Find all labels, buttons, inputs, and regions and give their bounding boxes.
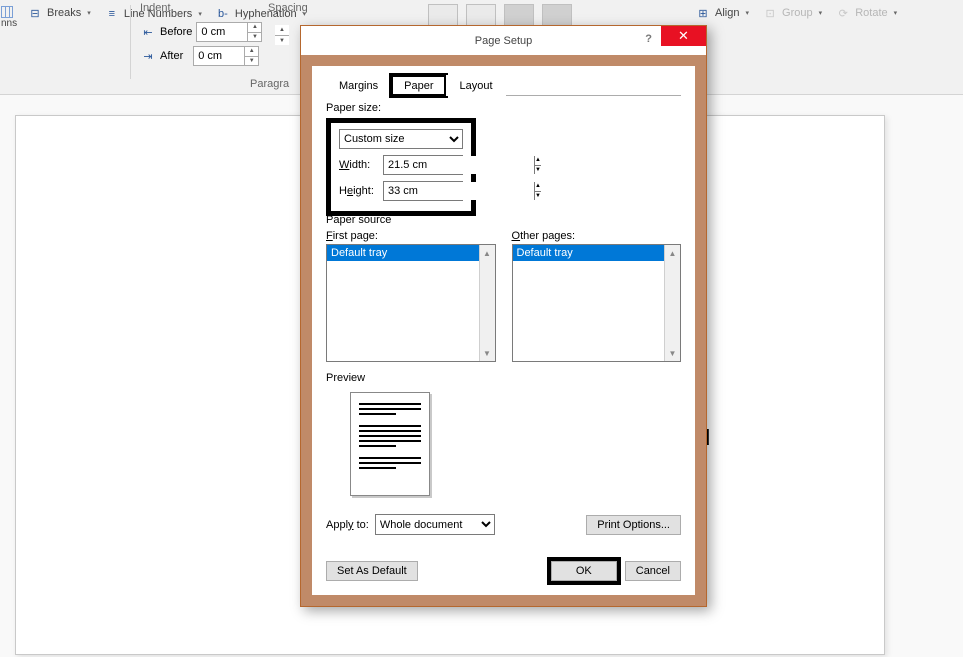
indent-before-icon: ⇤ xyxy=(140,24,156,40)
down-arrow-icon[interactable]: ▼ xyxy=(535,192,541,201)
width-input[interactable] xyxy=(384,156,534,174)
down-arrow-icon[interactable]: ▼ xyxy=(245,57,258,66)
scrollbar[interactable]: ▲▼ xyxy=(479,245,495,361)
indent-after-input[interactable] xyxy=(194,50,244,62)
before-label: Before xyxy=(160,26,192,38)
paper-size-select[interactable]: Custom size xyxy=(339,129,463,149)
tab-margins[interactable]: Margins xyxy=(326,75,391,96)
after-label: After xyxy=(160,50,183,62)
up-arrow-icon[interactable]: ▲ xyxy=(245,47,258,57)
dialog-titlebar: Page Setup ? ✕ xyxy=(301,26,706,55)
chevron-down-icon: ▾ xyxy=(198,10,202,18)
height-spinner[interactable]: ▲▼ xyxy=(383,181,463,201)
scroll-up-icon[interactable]: ▲ xyxy=(480,245,495,261)
first-page-label: First page: xyxy=(326,230,496,242)
align-button[interactable]: ⊞ Align ▾ xyxy=(690,2,754,24)
chevron-down-icon: ▾ xyxy=(819,9,823,17)
other-pages-option[interactable]: Default tray xyxy=(513,245,681,261)
group-icon: ⊡ xyxy=(762,5,778,21)
dialog-title: Page Setup xyxy=(475,35,533,47)
chevron-down-icon: ▾ xyxy=(894,9,898,17)
indent-before-spinner[interactable]: ▲▼ xyxy=(196,22,262,42)
apply-to-label: Apply to: xyxy=(326,519,369,531)
chevron-down-icon: ▾ xyxy=(87,9,91,17)
print-options-button[interactable]: Print Options... xyxy=(586,515,681,535)
ok-button[interactable]: OK xyxy=(551,561,617,581)
breaks-label: Breaks xyxy=(47,7,81,19)
breaks-button[interactable]: ⊟ Breaks ▾ xyxy=(22,2,96,24)
up-arrow-icon[interactable]: ▲ xyxy=(535,182,541,192)
help-button[interactable]: ? xyxy=(639,31,658,47)
scroll-up-icon[interactable]: ▲ xyxy=(665,245,680,261)
preview-page xyxy=(350,392,430,496)
page-setup-dialog: Page Setup ? ✕ Margins Paper Layout Pape… xyxy=(300,25,707,607)
breaks-icon: ⊟ xyxy=(27,5,43,21)
up-arrow-icon[interactable]: ▲ xyxy=(248,23,261,33)
height-input[interactable] xyxy=(384,182,534,200)
up-arrow-icon[interactable]: ▲ xyxy=(535,156,541,166)
indent-after-spinner[interactable]: ▲▼ xyxy=(193,46,259,66)
columns-partial-label: nns xyxy=(1,18,13,29)
spacing-group-label: Spacing xyxy=(268,2,308,14)
chevron-down-icon: ▾ xyxy=(745,9,749,17)
preview-label: Preview xyxy=(326,372,681,384)
down-arrow-icon[interactable]: ▼ xyxy=(248,33,261,42)
close-button[interactable]: ✕ xyxy=(661,26,706,46)
apply-to-select[interactable]: Whole document xyxy=(375,514,495,535)
rotate-button: ⟳ Rotate ▾ xyxy=(830,2,902,24)
width-spinner[interactable]: ▲▼ xyxy=(383,155,463,175)
height-label: Height: xyxy=(339,185,377,197)
up-arrow-icon[interactable]: ▲ xyxy=(275,25,289,36)
indent-group-label: Indent xyxy=(140,2,171,14)
other-pages-label: Other pages: xyxy=(512,230,682,242)
align-icon: ⊞ xyxy=(695,5,711,21)
align-label: Align xyxy=(715,7,739,19)
tab-paper[interactable]: Paper xyxy=(391,75,446,96)
paper-size-highlight: Custom size Width: ▲▼ Height: ▲▼ xyxy=(326,118,476,216)
paper-size-label: Paper size: xyxy=(326,102,681,114)
rotate-label: Rotate xyxy=(855,7,887,19)
group-label: Group xyxy=(782,7,813,19)
other-pages-listbox[interactable]: Default tray ▲▼ xyxy=(512,244,682,362)
first-page-option[interactable]: Default tray xyxy=(327,245,495,261)
tab-layout[interactable]: Layout xyxy=(446,75,505,96)
rotate-icon: ⟳ xyxy=(835,5,851,21)
first-page-listbox[interactable]: Default tray ▲▼ xyxy=(326,244,496,362)
cancel-button[interactable]: Cancel xyxy=(625,561,681,581)
hyphenation-icon: b- xyxy=(215,6,231,22)
line-numbers-icon: ≡ xyxy=(104,6,120,22)
paper-source-label: Paper source xyxy=(326,214,681,226)
set-default-button[interactable]: Set As Default xyxy=(326,561,418,581)
scroll-down-icon[interactable]: ▼ xyxy=(480,345,495,361)
dialog-tabs: Margins Paper Layout xyxy=(326,74,681,96)
indent-after-icon: ⇥ xyxy=(140,48,156,64)
group-button: ⊡ Group ▾ xyxy=(757,2,827,24)
width-label: Width: xyxy=(339,159,377,171)
indent-before-input[interactable] xyxy=(197,26,247,38)
down-arrow-icon[interactable]: ▼ xyxy=(535,166,541,175)
paragraph-group-label: Paragra xyxy=(250,78,289,90)
scroll-down-icon[interactable]: ▼ xyxy=(665,345,680,361)
down-arrow-icon[interactable]: ▼ xyxy=(275,36,289,46)
scrollbar[interactable]: ▲▼ xyxy=(664,245,680,361)
